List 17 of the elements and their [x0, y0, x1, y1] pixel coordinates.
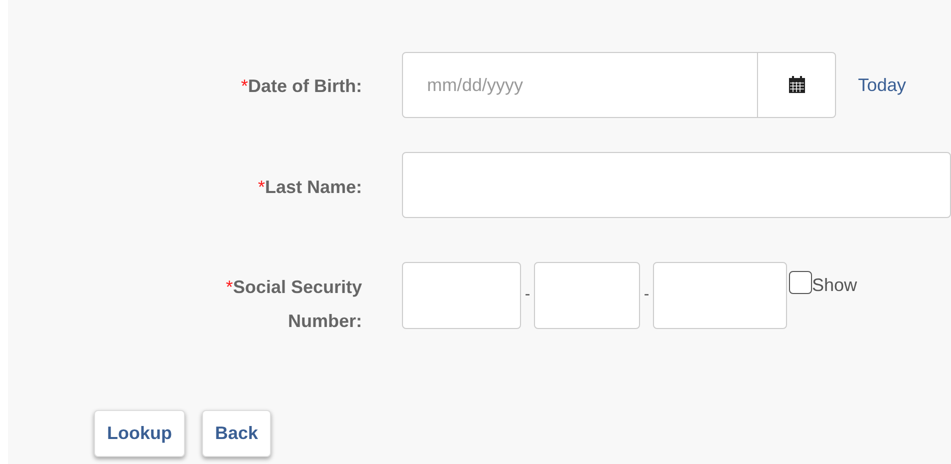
ssn-field[interactable] [534, 262, 640, 328]
last-name-field[interactable] [402, 152, 951, 218]
show-label: Show [812, 274, 858, 297]
ssn-field[interactable] [653, 262, 787, 328]
field-label: *Last Name: [256, 176, 362, 199]
field-label: *Social Security Number: [224, 276, 362, 333]
separator: - [642, 285, 650, 305]
ssn-field[interactable] [402, 262, 521, 328]
today-link[interactable]: Today [858, 72, 906, 98]
date-field[interactable]: mm/dd/yyyy [402, 52, 758, 118]
field-label: *Date of Birth: [240, 75, 362, 98]
show-checkbox[interactable] [789, 271, 812, 294]
form-button[interactable]: Back [202, 410, 272, 457]
form-button[interactable]: Lookup [94, 410, 185, 457]
calendar-icon [788, 76, 806, 94]
separator: - [524, 285, 532, 305]
calendar-button[interactable] [758, 52, 836, 118]
